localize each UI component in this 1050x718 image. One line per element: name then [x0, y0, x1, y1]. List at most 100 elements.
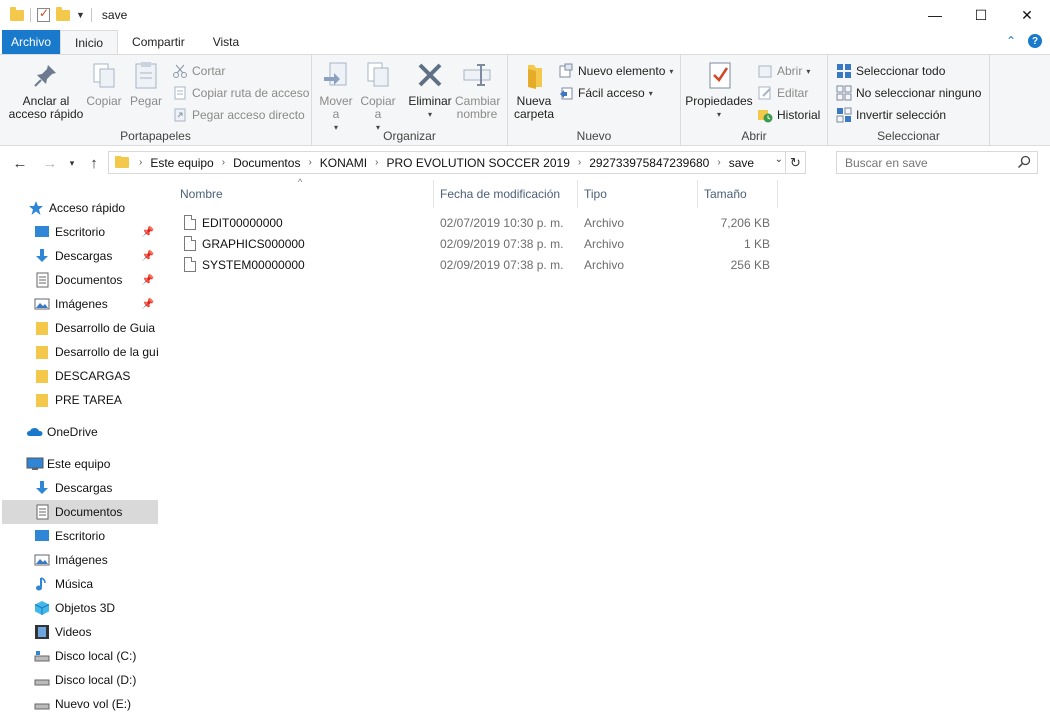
- nav-item-descargas[interactable]: Descargas: [2, 476, 158, 500]
- navigation-bar: ← → ▾ ↑ › Este equipo › Documentos › KON…: [0, 146, 1050, 180]
- tab-inicio[interactable]: Inicio: [60, 30, 119, 54]
- new-folder-icon[interactable]: [56, 6, 70, 21]
- select-all-button[interactable]: Seleccionar todo: [836, 63, 945, 79]
- search-icon[interactable]: [1017, 155, 1031, 169]
- nav-item-videos[interactable]: Videos: [2, 620, 158, 644]
- address-dropdown-icon[interactable]: ⌄: [775, 154, 783, 165]
- paste-button[interactable]: Pegar: [128, 59, 164, 108]
- copy-button[interactable]: Copiar: [86, 59, 122, 108]
- breadcrumb-item[interactable]: Documentos: [229, 156, 304, 170]
- pin-icon[interactable]: 📌: [142, 227, 154, 238]
- breadcrumb-item[interactable]: PRO EVOLUTION SOCCER 2019: [382, 156, 573, 170]
- table-row[interactable]: SYSTEM00000000 02/09/2019 07:38 p. m. Ar…: [176, 254, 776, 275]
- nav-item-imagenes[interactable]: Imágenes 📌: [2, 292, 158, 316]
- invert-selection-button[interactable]: Invertir selección: [836, 107, 946, 123]
- nav-item-nuevo-vol-e[interactable]: Nuevo vol (E:): [2, 692, 158, 716]
- minimize-button[interactable]: —: [912, 0, 958, 30]
- select-none-button[interactable]: No seleccionar ninguno: [836, 85, 981, 101]
- nav-item-documentos[interactable]: Documentos 📌: [2, 268, 158, 292]
- easy-access-icon: [558, 85, 574, 101]
- nav-item-escritorio[interactable]: Escritorio: [2, 524, 158, 548]
- chevron-right-icon[interactable]: ›: [371, 157, 382, 168]
- nav-item-imagenes[interactable]: Imágenes: [2, 548, 158, 572]
- history-button[interactable]: Historial: [757, 107, 820, 123]
- open-button[interactable]: Abrir ▾: [757, 63, 810, 79]
- refresh-icon[interactable]: ↻: [785, 152, 805, 173]
- recent-locations-dropdown-icon[interactable]: ▾: [62, 153, 82, 173]
- nav-item-documentos-selected[interactable]: Documentos: [2, 500, 158, 524]
- properties-icon[interactable]: [37, 6, 50, 22]
- nav-onedrive[interactable]: OneDrive: [2, 420, 158, 444]
- copy-path-button[interactable]: Copiar ruta de acceso: [172, 85, 309, 101]
- rename-button[interactable]: Cambiar nombre: [454, 59, 500, 121]
- nav-item-folder[interactable]: Desarrollo de la guía: [2, 340, 158, 364]
- nav-quick-access[interactable]: Acceso rápido: [2, 196, 158, 220]
- nav-item-disco-c[interactable]: Disco local (C:): [2, 644, 158, 668]
- nav-item-folder[interactable]: Desarrollo de Guia P: [2, 316, 158, 340]
- tab-vista[interactable]: Vista: [199, 30, 253, 54]
- folder-icon: [34, 368, 50, 384]
- collapse-ribbon-icon[interactable]: ⌃: [1006, 34, 1016, 48]
- file-type: Archivo: [584, 257, 625, 272]
- copy-to-button[interactable]: Copiar a ▾: [358, 59, 398, 134]
- easy-access-button[interactable]: Fácil acceso ▾: [558, 85, 653, 101]
- sort-ascending-icon: ^: [298, 177, 303, 187]
- chevron-right-icon[interactable]: ›: [574, 157, 585, 168]
- help-icon[interactable]: ?: [1028, 34, 1042, 48]
- chevron-right-icon[interactable]: ›: [304, 157, 315, 168]
- properties-button[interactable]: Propiedades ▾: [685, 59, 753, 121]
- column-header-date[interactable]: Fecha de modificación: [434, 180, 578, 208]
- group-label-abrir: Abrir: [741, 129, 767, 143]
- nav-item-folder[interactable]: PRE TAREA: [2, 388, 158, 412]
- cut-button[interactable]: Cortar: [172, 63, 225, 79]
- film-icon: [34, 624, 50, 640]
- breadcrumb-item[interactable]: save: [725, 156, 758, 170]
- edit-button[interactable]: Editar: [757, 85, 808, 101]
- pin-quick-access-button[interactable]: Anclar al acceso rápido: [8, 59, 84, 121]
- nav-item-folder[interactable]: DESCARGAS: [2, 364, 158, 388]
- group-label-portapapeles: Portapapeles: [120, 129, 191, 143]
- drive-icon: [34, 696, 50, 712]
- folder-icon[interactable]: [10, 6, 24, 21]
- nav-item-escritorio[interactable]: Escritorio 📌: [2, 220, 158, 244]
- pin-icon[interactable]: 📌: [142, 251, 154, 262]
- nav-item-objetos-3d[interactable]: Objetos 3D: [2, 596, 158, 620]
- close-button[interactable]: ✕: [1004, 0, 1050, 30]
- ribbon-tabs: Archivo Inicio Compartir Vista ⌃ ?: [0, 30, 1050, 54]
- rename-icon: [461, 59, 493, 91]
- new-item-button[interactable]: Nuevo elemento ▾: [558, 63, 673, 79]
- breadcrumb-item[interactable]: KONAMI: [316, 156, 371, 170]
- column-header-size[interactable]: Tamaño: [698, 180, 778, 208]
- nav-this-pc[interactable]: Este equipo: [2, 452, 158, 476]
- column-header-type[interactable]: Tipo: [578, 180, 698, 208]
- pin-icon[interactable]: 📌: [142, 299, 154, 310]
- paste-shortcut-button[interactable]: Pegar acceso directo: [172, 107, 305, 123]
- chevron-right-icon[interactable]: ›: [218, 157, 229, 168]
- maximize-button[interactable]: ☐: [958, 0, 1004, 30]
- chevron-right-icon[interactable]: ›: [135, 157, 146, 168]
- nav-item-descargas[interactable]: Descargas 📌: [2, 244, 158, 268]
- back-arrow-icon[interactable]: ←: [10, 153, 30, 173]
- delete-button[interactable]: Eliminar ▾: [408, 59, 452, 121]
- address-bar[interactable]: › Este equipo › Documentos › KONAMI › PR…: [108, 151, 806, 174]
- tab-archivo[interactable]: Archivo: [2, 30, 61, 54]
- open-icon: [757, 63, 773, 79]
- copy-path-icon: [172, 85, 188, 101]
- nav-item-disco-d[interactable]: Disco local (D:): [2, 668, 158, 692]
- table-row[interactable]: GRAPHICS000000 02/09/2019 07:38 p. m. Ar…: [176, 233, 776, 254]
- tab-compartir[interactable]: Compartir: [118, 30, 199, 54]
- forward-arrow-icon[interactable]: →: [40, 153, 60, 173]
- file-date: 02/09/2019 07:38 p. m.: [440, 257, 564, 272]
- breadcrumb-item[interactable]: 292733975847239680: [585, 156, 713, 170]
- move-to-button[interactable]: Mover a ▾: [318, 59, 354, 134]
- customize-toolbar-dropdown-icon[interactable]: ▼: [76, 10, 85, 20]
- new-folder-button[interactable]: Nueva carpeta: [512, 59, 556, 121]
- up-arrow-icon[interactable]: ↑: [84, 153, 104, 173]
- nav-item-musica[interactable]: Música: [2, 572, 158, 596]
- pin-icon[interactable]: 📌: [142, 275, 154, 286]
- table-row[interactable]: EDIT00000000 02/07/2019 10:30 p. m. Arch…: [176, 212, 776, 233]
- breadcrumb-item[interactable]: Este equipo: [146, 156, 217, 170]
- chevron-right-icon[interactable]: ›: [713, 157, 724, 168]
- column-header-name[interactable]: Nombre ^: [174, 177, 434, 208]
- search-input[interactable]: [837, 152, 1007, 173]
